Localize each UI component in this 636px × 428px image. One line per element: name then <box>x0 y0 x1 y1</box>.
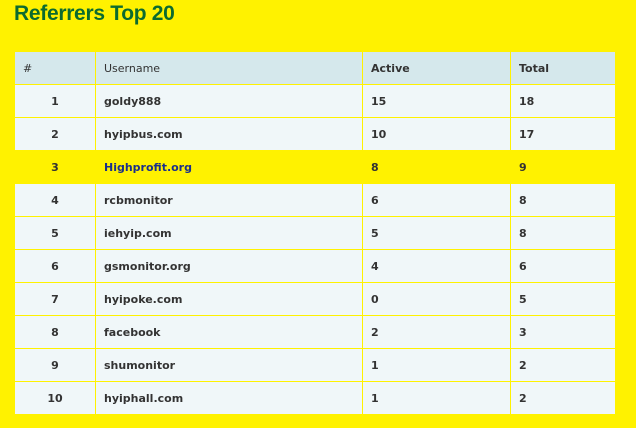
row-total: 3 <box>510 315 615 349</box>
row-active: 5 <box>362 216 511 250</box>
row-username: hyipbus.com <box>95 117 363 151</box>
row-active: 1 <box>362 381 511 415</box>
row-username: shumonitor <box>95 348 363 382</box>
row-num: 8 <box>15 315 96 349</box>
row-total: 18 <box>510 84 615 118</box>
header-total: Total <box>510 52 615 85</box>
row-username: gsmonitor.org <box>95 249 363 283</box>
row-total: 2 <box>510 381 615 415</box>
row-total: 8 <box>510 216 615 250</box>
row-active: 10 <box>362 117 511 151</box>
page-title: Referrers Top 20 <box>14 2 175 25</box>
row-num: 5 <box>15 216 96 250</box>
row-active: 15 <box>362 84 511 118</box>
table-row: 5 iehyip.com 5 8 <box>15 216 615 250</box>
row-num: 7 <box>15 282 96 316</box>
row-active: 4 <box>362 249 511 283</box>
header-num: # <box>15 52 96 85</box>
row-num: 1 <box>15 84 96 118</box>
row-active: 1 <box>362 348 511 382</box>
row-num: 9 <box>15 348 96 382</box>
row-total: 2 <box>510 348 615 382</box>
row-num: 10 <box>15 381 96 415</box>
row-username-link[interactable]: Highprofit.org <box>95 150 363 184</box>
row-num: 4 <box>15 183 96 217</box>
row-username: iehyip.com <box>95 216 363 250</box>
row-num: 6 <box>15 249 96 283</box>
row-username: hyiphall.com <box>95 381 363 415</box>
row-total: 9 <box>510 150 615 184</box>
row-username: rcbmonitor <box>95 183 363 217</box>
row-num: 2 <box>15 117 96 151</box>
row-active: 8 <box>362 150 511 184</box>
referrers-table: # Username Active Total 1 goldy888 15 18… <box>15 52 615 415</box>
row-total: 8 <box>510 183 615 217</box>
header-active: Active <box>362 52 511 85</box>
table-row-highlighted: 3 Highprofit.org 8 9 <box>15 150 615 184</box>
table-row: 10 hyiphall.com 1 2 <box>15 381 615 415</box>
row-active: 0 <box>362 282 511 316</box>
row-active: 6 <box>362 183 511 217</box>
row-active: 2 <box>362 315 511 349</box>
row-total: 17 <box>510 117 615 151</box>
table-row: 4 rcbmonitor 6 8 <box>15 183 615 217</box>
header-username: Username <box>95 52 363 85</box>
table-row: 1 goldy888 15 18 <box>15 84 615 118</box>
row-total: 6 <box>510 249 615 283</box>
table-header-row: # Username Active Total <box>15 52 615 85</box>
row-total: 5 <box>510 282 615 316</box>
row-username: goldy888 <box>95 84 363 118</box>
table-row: 2 hyipbus.com 10 17 <box>15 117 615 151</box>
table-row: 7 hyipoke.com 0 5 <box>15 282 615 316</box>
table-row: 9 shumonitor 1 2 <box>15 348 615 382</box>
table-row: 6 gsmonitor.org 4 6 <box>15 249 615 283</box>
row-username: hyipoke.com <box>95 282 363 316</box>
table-row: 8 facebook 2 3 <box>15 315 615 349</box>
row-num: 3 <box>15 150 96 184</box>
row-username: facebook <box>95 315 363 349</box>
